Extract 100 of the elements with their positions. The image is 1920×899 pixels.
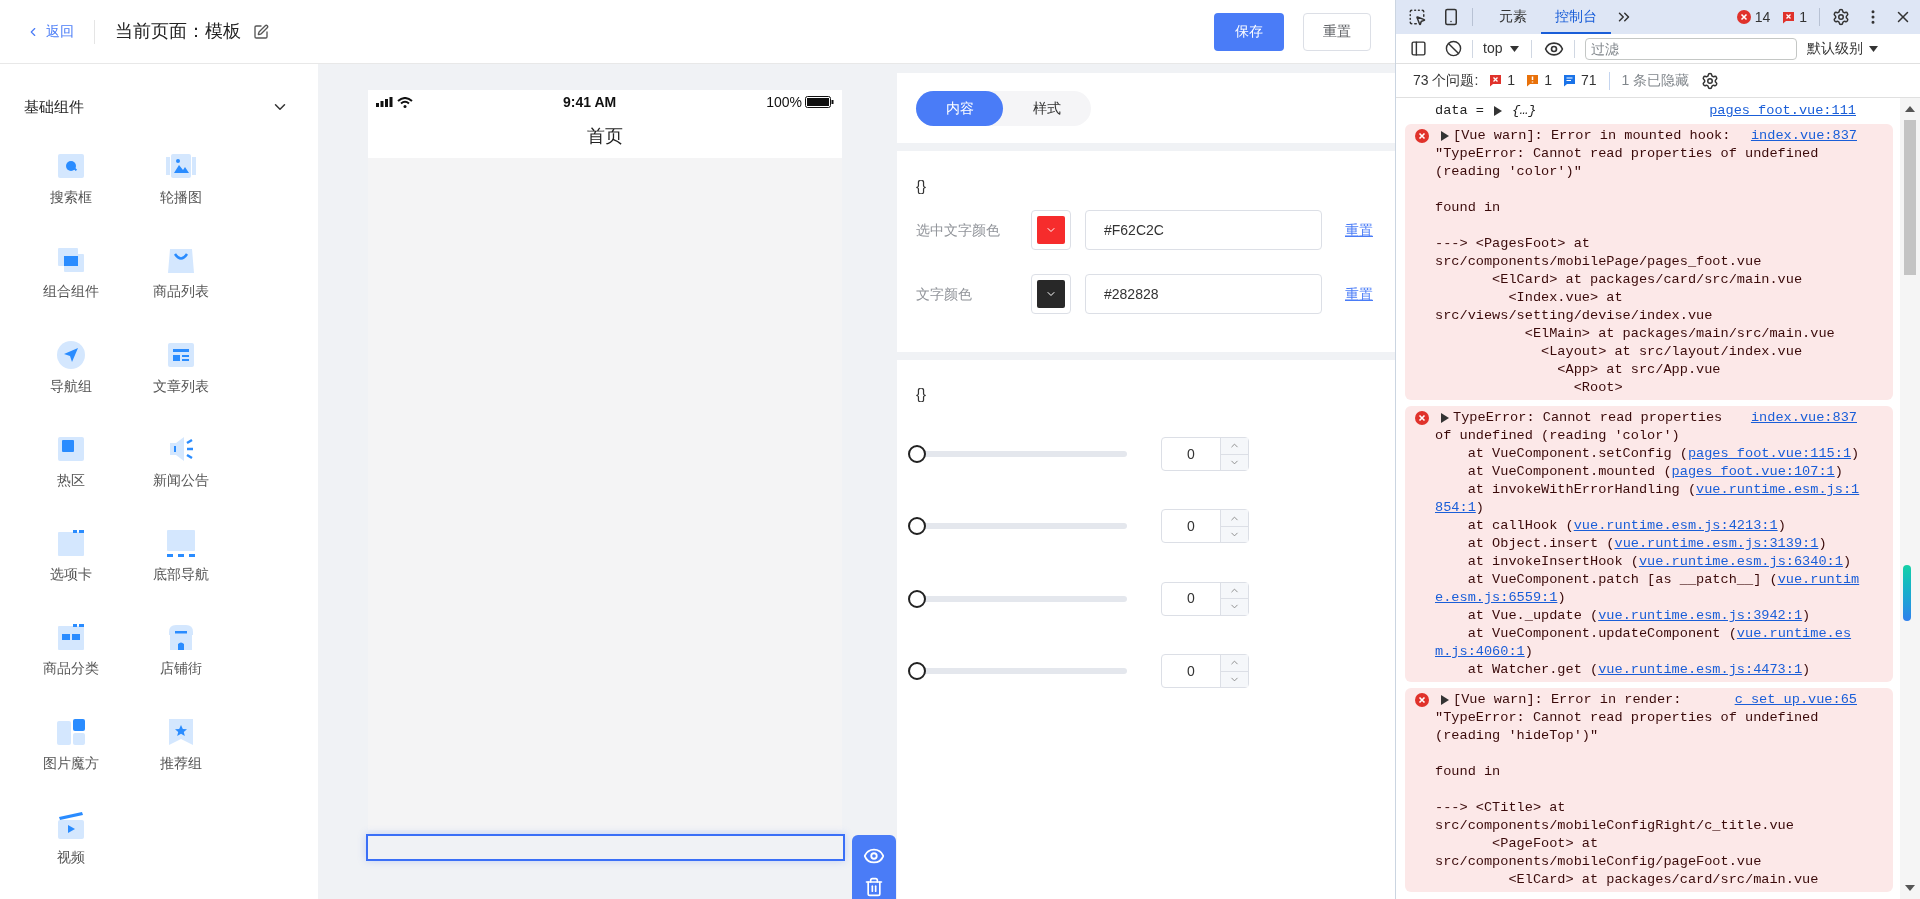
reset-button[interactable]: 重置 <box>1303 12 1371 51</box>
issue-count[interactable]: 71 <box>1580 70 1597 91</box>
console-text: found in <box>1435 200 1501 215</box>
caret-icon <box>1869 45 1879 52</box>
context-select[interactable]: top <box>1483 38 1520 59</box>
color-picker[interactable] <box>1031 274 1071 314</box>
inspect-icon[interactable] <box>1408 8 1426 26</box>
back-link[interactable]: 返回 <box>26 21 74 42</box>
slider-thumb[interactable] <box>908 589 926 608</box>
console-text: "TypeError: Cannot read properties of undefined <box>1435 710 1819 725</box>
expand-triangle-icon[interactable] <box>1441 131 1449 141</box>
devtools-tab[interactable]: 控制台 <box>1541 0 1611 34</box>
color-input[interactable]: #282828 <box>1085 274 1322 314</box>
filter-field[interactable]: 过滤 <box>1585 37 1798 60</box>
image-icon <box>166 151 196 181</box>
source-link[interactable]: vue.runtime.esm.js:4213:1 <box>1573 518 1778 533</box>
source-link[interactable]: pages_foot.vue:115:1 <box>1687 446 1852 461</box>
console-text: <Root> <box>1572 380 1623 395</box>
issue-count[interactable]: 1 <box>1507 70 1516 91</box>
issues-label: 73 个问题: <box>1413 71 1479 90</box>
slider-thumb[interactable] <box>908 517 926 536</box>
object-preview[interactable]: {…} <box>1511 102 1537 120</box>
save-button[interactable]: 保存 <box>1214 12 1284 51</box>
source-link[interactable]: vue.runtim <box>1777 572 1860 587</box>
source-link[interactable]: pages_foot.vue:111 <box>1709 102 1856 120</box>
console-text: <Index.vue> at <box>1507 290 1623 305</box>
component-item[interactable]: 店铺街 <box>126 622 236 717</box>
color-input[interactable]: #F62C2C <box>1085 210 1322 250</box>
expand-triangle-icon[interactable] <box>1493 106 1502 116</box>
slider-thumb[interactable] <box>908 662 926 681</box>
clear-icon[interactable] <box>1445 40 1462 57</box>
reset-link[interactable]: 重置 <box>1345 219 1373 241</box>
source-link[interactable]: c_set_up.vue:65 <box>1734 691 1857 709</box>
issue-count[interactable]: 1 <box>1799 6 1807 28</box>
console-text: ) <box>1475 500 1484 515</box>
source-link[interactable]: index.vue:837 <box>1750 127 1857 145</box>
component-item[interactable]: 商品列表 <box>126 245 236 340</box>
console-text: at invokeInsertHook ( <box>1466 554 1639 569</box>
devtools-tab[interactable]: 元素 <box>1485 0 1541 34</box>
component-item[interactable]: 商品分类 <box>16 622 126 717</box>
expand-triangle-icon[interactable] <box>1441 413 1449 423</box>
scrollbar[interactable] <box>1900 98 1920 899</box>
console-text: src/components/mobileConfigRight/c_title.vue <box>1435 818 1794 833</box>
source-link[interactable]: e.esm.js:6559:1 <box>1435 590 1558 605</box>
console-text: ) <box>1802 608 1811 623</box>
component-item[interactable]: 选项卡 <box>16 528 126 623</box>
source-link[interactable]: vue.runtime.esm.js:3139:1 <box>1614 536 1819 551</box>
shop-icon <box>166 622 196 653</box>
component-item[interactable]: 搜索框 <box>16 151 126 246</box>
source-link[interactable]: vue.runtime.esm.js:3942:1 <box>1598 608 1803 623</box>
component-item[interactable]: 导航组 <box>16 339 126 434</box>
component-item[interactable]: 组合组件 <box>16 245 126 340</box>
console-text: ---> <CTitle> at <box>1435 800 1566 815</box>
console-text: (reading 'hideTop')" <box>1435 728 1599 743</box>
source-link[interactable]: vue.runtime.esm.js:1 <box>1696 482 1860 497</box>
error-flag-icon <box>1782 10 1796 24</box>
source-link[interactable]: vue.runtime.esm.js:6340:1 <box>1638 554 1843 569</box>
source-link[interactable]: index.vue:837 <box>1750 409 1857 427</box>
component-item[interactable]: 底部导航 <box>126 528 236 623</box>
settings-tab[interactable]: 内容 <box>916 90 1003 126</box>
reset-link[interactable]: 重置 <box>1345 283 1373 305</box>
console-text: src/components/mobilePage/pages_foot.vue <box>1435 254 1762 269</box>
source-link[interactable]: pages_foot.vue:107:1 <box>1671 464 1835 479</box>
signal-icon <box>376 97 394 107</box>
selected-component[interactable] <box>366 834 845 861</box>
color-picker[interactable] <box>1031 210 1071 250</box>
status-time: 9:41 AM <box>563 92 617 112</box>
expand-triangle-icon[interactable] <box>1441 695 1449 705</box>
issue-count[interactable]: 1 <box>1544 70 1552 91</box>
component-item[interactable]: 文章列表 <box>126 339 236 434</box>
component-item[interactable]: 推荐组 <box>126 716 236 812</box>
console-text: found in <box>1435 764 1501 779</box>
console-text: <Layout> at src/layout/index.vue <box>1540 344 1803 359</box>
component-item[interactable]: 图片魔方 <box>16 716 126 812</box>
level-select[interactable]: 默认级别 <box>1807 38 1879 59</box>
component-item[interactable]: 新闻公告 <box>126 433 236 529</box>
settings-icon[interactable] <box>1832 8 1850 26</box>
warning-flag-icon <box>1526 74 1540 87</box>
slider-thumb[interactable] <box>908 445 926 464</box>
source-link[interactable]: vue.runtime.es <box>1736 626 1852 641</box>
sidebar-toggle-icon[interactable] <box>1410 40 1427 57</box>
component-item[interactable]: 热区 <box>16 433 126 529</box>
console-text: ) <box>1777 518 1786 533</box>
console-text: data = <box>1435 102 1484 120</box>
component-item[interactable]: 视频 <box>16 811 126 899</box>
console-text: at VueComponent.setConfig ( <box>1466 446 1688 461</box>
settings-icon[interactable] <box>1701 71 1720 90</box>
scroll-marker <box>1903 565 1911 621</box>
trash-icon[interactable] <box>864 877 884 897</box>
settings-tab[interactable]: 样式 <box>1003 90 1090 126</box>
device-icon[interactable] <box>1442 8 1460 26</box>
edit-icon[interactable] <box>253 23 269 40</box>
scrollbar-thumb[interactable] <box>1904 120 1916 275</box>
caret-icon <box>1510 45 1520 52</box>
source-link[interactable]: vue.runtime.esm.js:4473:1 <box>1598 662 1803 677</box>
group-title: 基础组件 <box>24 96 84 117</box>
source-link[interactable]: 854:1 <box>1435 500 1476 515</box>
error-count[interactable]: 14 <box>1754 6 1771 28</box>
source-link[interactable]: m.js:4060:1 <box>1435 644 1525 659</box>
component-item[interactable]: 轮播图 <box>126 151 236 246</box>
